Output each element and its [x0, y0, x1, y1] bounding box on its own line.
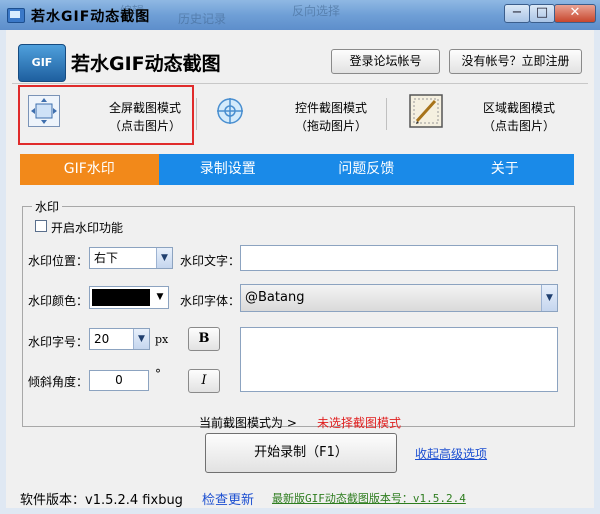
watermark-preview-box[interactable] — [240, 327, 558, 392]
tab-about[interactable]: 关于 — [436, 154, 575, 185]
chevron-down-icon[interactable]: ▼ — [541, 285, 557, 311]
register-button[interactable]: 没有帐号？立即注册 — [449, 49, 582, 74]
latest-version-link[interactable]: 最新版GIF动态截图版本号：v1.5.2.4 — [272, 490, 466, 506]
group-title: 水印 — [32, 198, 63, 215]
chevron-down-icon[interactable]: ▼ — [152, 287, 168, 308]
mode-title: 区域截图模式 — [482, 101, 555, 115]
color-label: 水印颜色： — [28, 294, 89, 308]
minimize-button[interactable]: − — [504, 4, 530, 23]
tab-watermark[interactable]: GIF水印 — [20, 154, 159, 185]
mode-title: 控件截图模式 — [294, 101, 367, 115]
ghost-menu-item: 反向选择 — [292, 4, 341, 18]
position-select[interactable]: 右下 ▼ — [89, 247, 173, 269]
enable-watermark-label: 开启水印功能 — [51, 221, 124, 235]
text-label: 水印文字： — [180, 254, 241, 268]
bold-button[interactable]: B — [188, 327, 220, 351]
font-select[interactable]: @Batang ▼ — [240, 284, 558, 312]
login-button[interactable]: 登录论坛帐号 — [331, 49, 440, 74]
enable-watermark-checkbox[interactable] — [35, 220, 47, 232]
mode-subtitle: （点击图片） — [482, 119, 555, 133]
size-label: 水印字号： — [28, 335, 89, 349]
watermark-group — [22, 206, 575, 427]
font-label: 水印字体： — [180, 294, 241, 308]
control-mode[interactable]: 控件截图模式 （拖动图片） — [206, 87, 386, 137]
position-value: 右下 — [94, 251, 119, 265]
selected-mode-highlight — [18, 85, 194, 145]
chevron-down-icon[interactable]: ▼ — [133, 329, 149, 349]
italic-button[interactable]: I — [188, 369, 220, 393]
mode-separator — [196, 98, 197, 130]
size-unit: px — [155, 333, 169, 346]
app-icon — [7, 8, 25, 23]
angle-unit: ° — [155, 367, 161, 381]
app-logo: GIF — [18, 44, 66, 82]
check-update-link[interactable]: 检查更新 — [202, 489, 254, 508]
chevron-down-icon[interactable]: ▼ — [156, 248, 172, 268]
maximize-button[interactable]: □ — [529, 4, 555, 23]
window-title: 若水GIF动态截图 — [31, 9, 151, 25]
mode-separator — [386, 98, 387, 130]
mode-subtitle: （拖动图片） — [294, 119, 367, 133]
title-bar[interactable]: 编辑 历史记录 反向选择 若水GIF动态截图 − □ ✕ — [0, 0, 600, 30]
font-value: @Batang — [245, 290, 305, 305]
tab-record-settings[interactable]: 录制设置 — [159, 154, 298, 185]
region-mode[interactable]: 区域截图模式 （点击图片） — [402, 87, 588, 137]
crosshair-icon[interactable] — [214, 95, 246, 127]
angle-input[interactable]: 0 — [89, 370, 149, 391]
size-select[interactable]: 20 ▼ — [89, 328, 150, 350]
size-value: 20 — [94, 332, 110, 346]
header-divider — [12, 83, 588, 84]
watermark-text-input[interactable] — [240, 245, 558, 271]
collapse-advanced-link[interactable]: 收起高级选项 — [415, 445, 487, 462]
version-label: 软件版本：v1.5.2.4 fixbug — [20, 493, 183, 508]
color-picker[interactable]: ▼ — [89, 286, 169, 309]
ghost-menu-item: 历史记录 — [178, 12, 227, 26]
tab-bar: GIF水印 录制设置 问题反馈 关于 — [20, 154, 574, 185]
tab-feedback[interactable]: 问题反馈 — [297, 154, 436, 185]
mode-status-value: 未选择截图模式 — [317, 416, 402, 430]
mode-status-label: 当前截图模式为 > — [199, 416, 297, 430]
region-icon[interactable] — [408, 93, 444, 129]
color-swatch — [92, 289, 150, 306]
position-label: 水印位置： — [28, 254, 89, 268]
close-button[interactable]: ✕ — [554, 4, 596, 23]
angle-label: 倾斜角度： — [28, 375, 89, 389]
start-record-button[interactable]: 开始录制（F1） — [205, 433, 397, 473]
main-panel: GIF 若水GIF动态截图 登录论坛帐号 没有帐号？立即注册 全屏截图模式 （点… — [6, 30, 594, 508]
app-name: 若水GIF动态截图 — [71, 53, 221, 75]
